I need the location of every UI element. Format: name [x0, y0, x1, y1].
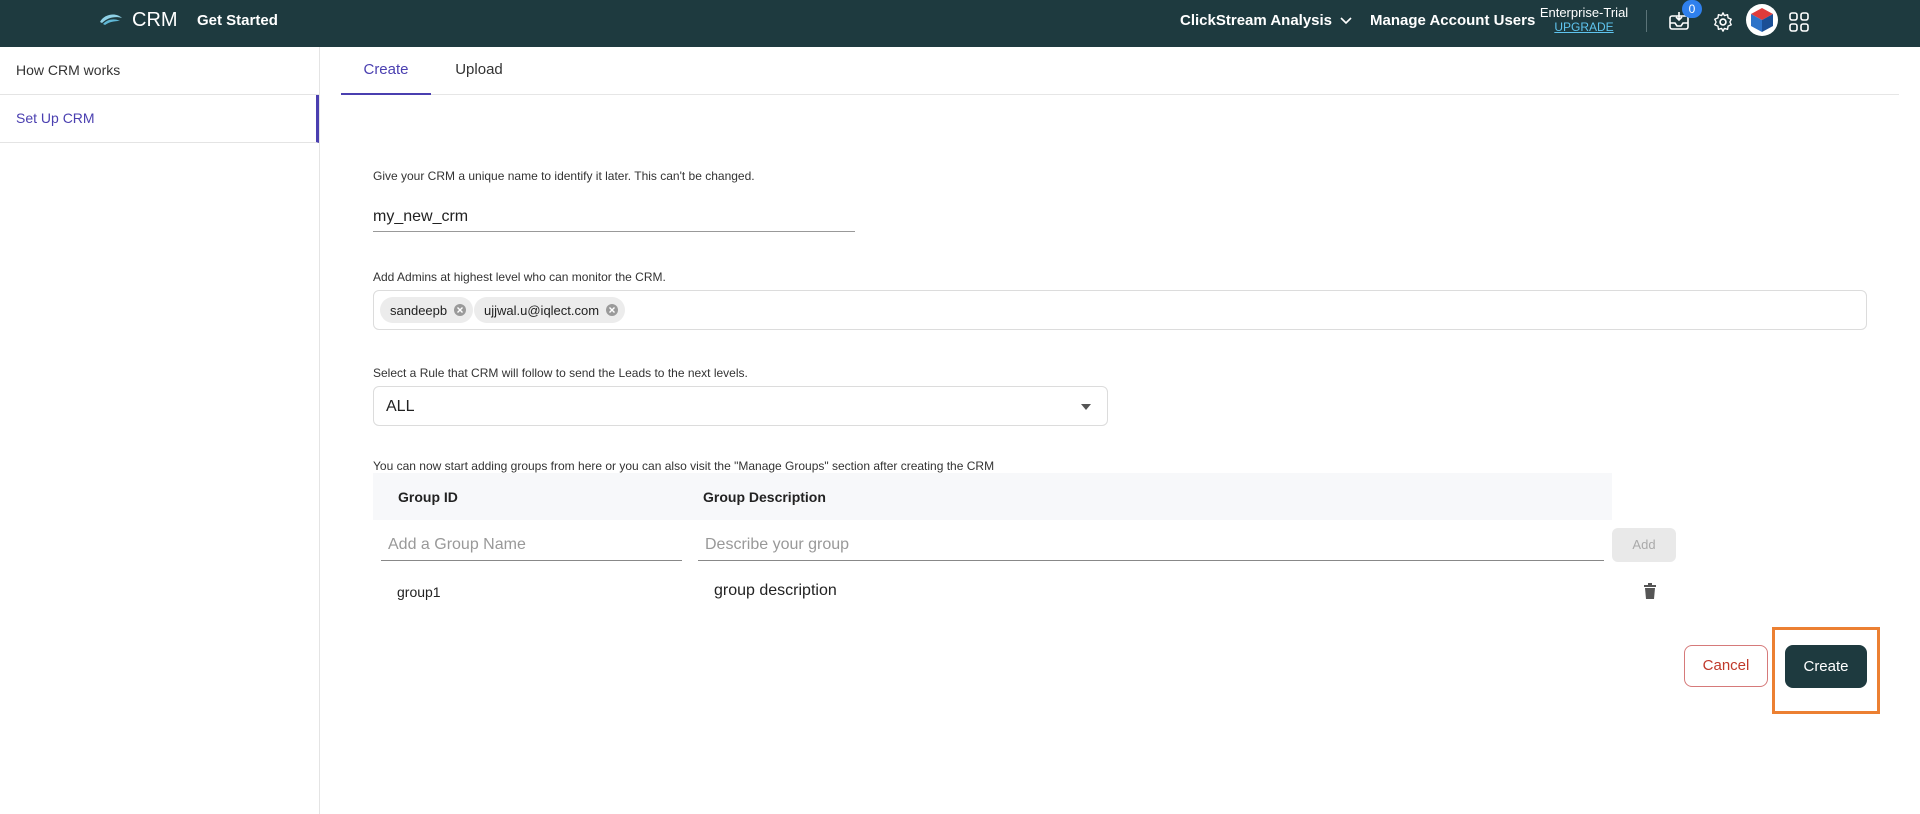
rule-label: Select a Rule that CRM will follow to se…: [373, 366, 748, 380]
avatar-cube-icon: [1751, 8, 1773, 32]
create-button[interactable]: Create: [1785, 645, 1867, 688]
app-title[interactable]: CRM: [132, 9, 178, 32]
project-name: ClickStream Analysis: [1180, 12, 1333, 29]
cancel-button[interactable]: Cancel: [1684, 645, 1768, 687]
tab-bar: Create Upload: [341, 47, 1899, 95]
apps-grid-icon[interactable]: [1788, 11, 1810, 33]
project-selector[interactable]: ClickStream Analysis: [1180, 12, 1352, 29]
group-description-input[interactable]: Describe your group: [698, 527, 1604, 561]
group-id-cell: group1: [397, 584, 441, 600]
sidebar-item-how-crm-works[interactable]: How CRM works: [0, 47, 319, 95]
caret-down-icon: [1081, 404, 1091, 410]
admin-chip: sandeepb: [380, 297, 474, 323]
upgrade-link[interactable]: UPGRADE: [1538, 20, 1630, 35]
add-group-button[interactable]: Add: [1612, 528, 1676, 562]
group-name-input[interactable]: Add a Group Name: [381, 527, 682, 561]
admins-label: Add Admins at highest level who can moni…: [373, 270, 666, 284]
admin-chip-label: ujjwal.u@iqlect.com: [484, 302, 600, 318]
crm-name-label: Give your CRM a unique name to identify …: [373, 169, 755, 183]
remove-chip-icon[interactable]: [605, 303, 619, 317]
sidebar: How CRM works Set Up CRM: [0, 47, 320, 814]
manage-account-users-link[interactable]: Manage Account Users: [1370, 12, 1535, 29]
groups-label: You can now start adding groups from her…: [373, 459, 995, 473]
top-navigation-bar: CRM Get Started ClickStream Analysis Man…: [0, 0, 1920, 47]
tab-upload[interactable]: Upload: [439, 47, 519, 95]
gear-icon[interactable]: [1712, 11, 1734, 33]
crm-logo-icon: [100, 14, 122, 25]
plan-name: Enterprise-Trial: [1539, 5, 1629, 20]
plan-info: Enterprise-Trial UPGRADE: [1538, 5, 1630, 35]
crm-name-input[interactable]: my_new_crm: [373, 200, 855, 232]
tab-create[interactable]: Create: [341, 47, 431, 95]
admin-chip-label: sandeepb: [390, 302, 448, 318]
topbar-divider: [1646, 10, 1647, 32]
admins-input[interactable]: sandeepb ujjwal.u@iqlect.com: [373, 290, 1867, 330]
trash-icon[interactable]: [1643, 583, 1657, 599]
admin-chip: ujjwal.u@iqlect.com: [474, 297, 626, 323]
column-header-group-description: Group Description: [703, 489, 826, 505]
get-started-link[interactable]: Get Started: [197, 12, 278, 29]
rule-select-value: ALL: [386, 398, 415, 415]
groups-table-header: Group ID Group Description: [373, 473, 1612, 520]
notification-count-badge: 0: [1682, 0, 1702, 18]
remove-chip-icon[interactable]: [453, 303, 467, 317]
rule-select[interactable]: ALL: [373, 386, 1108, 426]
group-description-cell: group description: [714, 582, 837, 599]
column-header-group-id: Group ID: [398, 489, 458, 505]
sidebar-item-set-up-crm[interactable]: Set Up CRM: [0, 95, 319, 143]
chevron-down-icon: [1340, 16, 1352, 24]
user-avatar[interactable]: [1746, 4, 1778, 36]
